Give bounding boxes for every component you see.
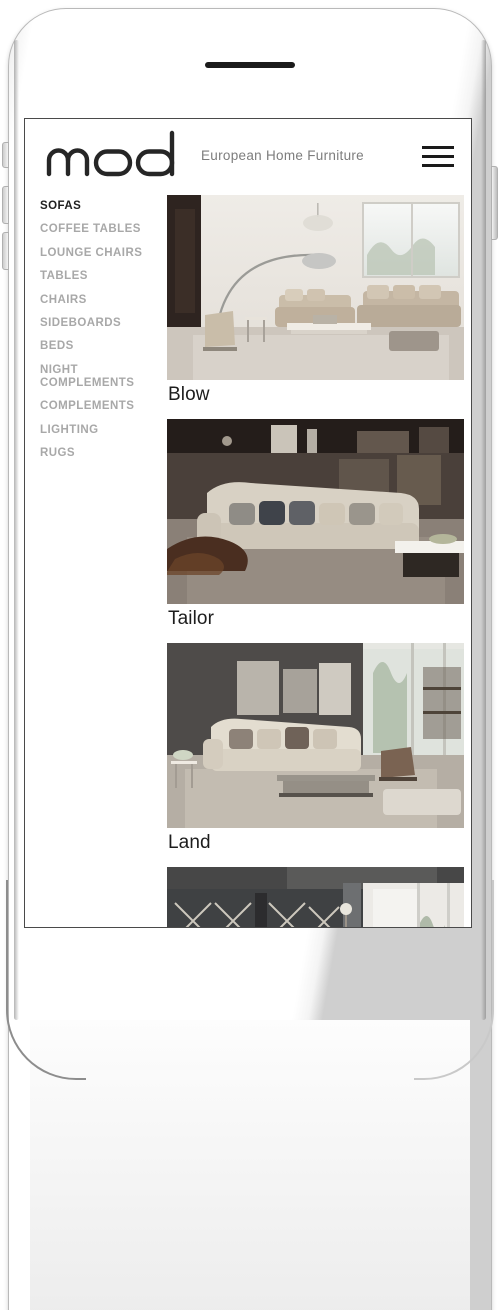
- hamburger-menu-icon[interactable]: [422, 146, 454, 167]
- sidebar-item-night-complements[interactable]: NIGHT COMPLEMENTS: [40, 364, 167, 400]
- screenshot-stage: European Home Furniture SOFAS COFFEE TAB…: [0, 0, 500, 1310]
- volume-up-button[interactable]: [2, 186, 9, 224]
- product-image-land[interactable]: [167, 643, 464, 828]
- hamburger-bar-3: [422, 164, 454, 167]
- product-card[interactable]: Land: [167, 643, 464, 858]
- hamburger-bar-1: [422, 146, 454, 149]
- product-image-blow[interactable]: [167, 195, 464, 380]
- product-name-blow[interactable]: Blow: [167, 380, 464, 410]
- phone-bevel-right: [481, 40, 486, 1020]
- product-card[interactable]: Blow: [167, 195, 464, 410]
- site-header: European Home Furniture: [25, 119, 471, 195]
- product-name-land[interactable]: Land: [167, 828, 464, 858]
- product-image-tailor[interactable]: [167, 419, 464, 604]
- sidebar-item-lighting[interactable]: LIGHTING: [40, 424, 167, 447]
- product-card[interactable]: Portofino: [167, 867, 464, 927]
- mod-logo[interactable]: [42, 127, 182, 183]
- phone-bevel-left: [14, 40, 19, 1020]
- sidebar-item-complements[interactable]: COMPLEMENTS: [40, 400, 167, 423]
- sidebar-item-coffee-tables[interactable]: COFFEE TABLES: [40, 223, 167, 246]
- phone-body-bottom: [30, 1020, 470, 1310]
- site-tagline: European Home Furniture: [201, 148, 364, 163]
- sidebar-item-lounge-chairs[interactable]: LOUNGE CHAIRS: [40, 247, 167, 270]
- product-grid: Blow Tailor Land: [167, 195, 471, 927]
- sidebar-item-rugs[interactable]: RUGS: [40, 447, 167, 470]
- sidebar-item-beds[interactable]: BEDS: [40, 340, 167, 363]
- product-image-portofino[interactable]: [167, 867, 464, 927]
- phone-screen: European Home Furniture SOFAS COFFEE TAB…: [24, 118, 472, 928]
- sidebar-item-sofas[interactable]: SOFAS: [40, 200, 167, 223]
- product-card[interactable]: Tailor: [167, 419, 464, 634]
- volume-down-button[interactable]: [2, 232, 9, 270]
- product-name-tailor[interactable]: Tailor: [167, 604, 464, 634]
- site-body: SOFAS COFFEE TABLES LOUNGE CHAIRS TABLES…: [25, 195, 471, 927]
- earpiece-speaker-icon: [205, 62, 295, 68]
- sidebar-item-chairs[interactable]: CHAIRS: [40, 294, 167, 317]
- sidebar-item-sideboards[interactable]: SIDEBOARDS: [40, 317, 167, 340]
- power-button[interactable]: [491, 166, 498, 240]
- category-sidebar: SOFAS COFFEE TABLES LOUNGE CHAIRS TABLES…: [25, 195, 167, 470]
- mute-switch[interactable]: [2, 142, 9, 168]
- sidebar-item-tables[interactable]: TABLES: [40, 270, 167, 293]
- hamburger-bar-2: [422, 155, 454, 158]
